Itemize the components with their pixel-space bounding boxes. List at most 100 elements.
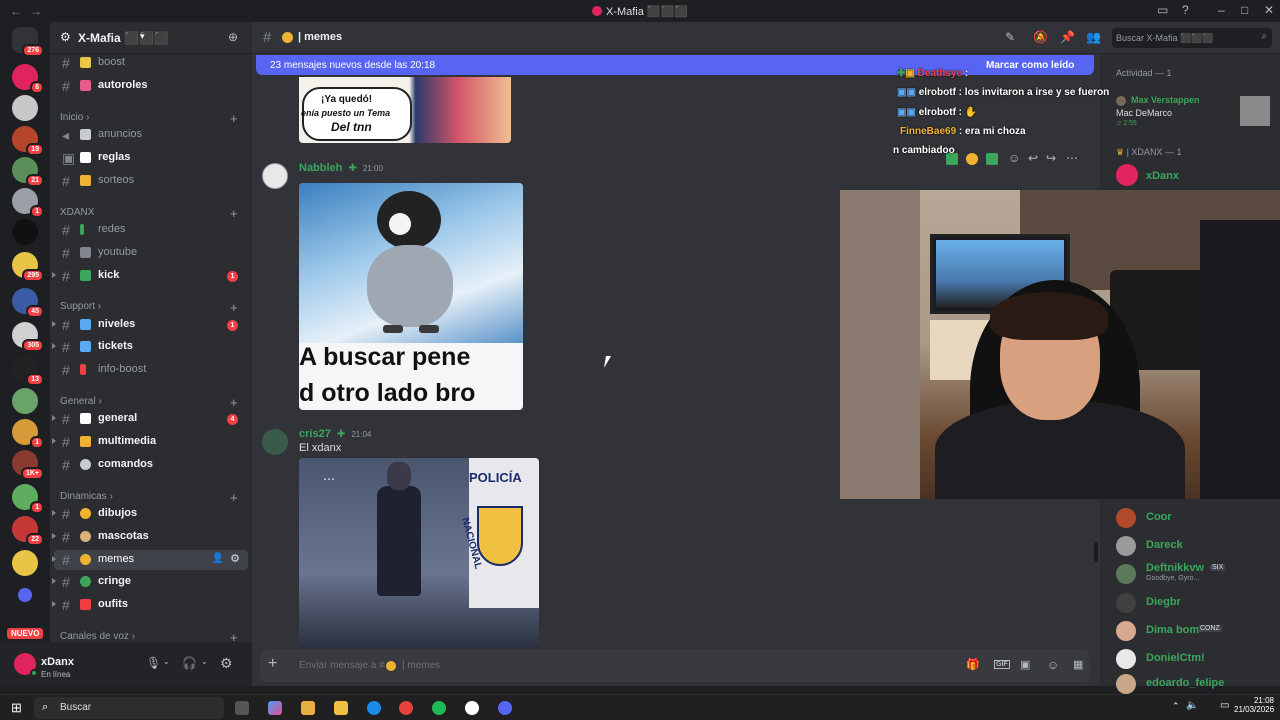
channel-general[interactable]: # general 4 (52, 409, 248, 429)
help-icon[interactable]: ? (1182, 3, 1189, 17)
server-icon[interactable]: 305 (12, 322, 44, 352)
category-voz[interactable]: Canales de voz › + (60, 630, 238, 645)
meme-image[interactable]: A buscar pene d otro lado bro (299, 183, 523, 410)
spotify-icon[interactable] (432, 701, 446, 715)
channel-info-boost[interactable]: # info-boost (54, 360, 248, 380)
windows-start-icon[interactable]: ⊞ (11, 700, 22, 716)
server-icon[interactable]: 1 (12, 188, 44, 218)
copilot-icon[interactable] (268, 701, 282, 715)
channel-kick[interactable]: # kick 1 (52, 266, 248, 286)
chevron-down-icon[interactable]: ⌄ (163, 657, 170, 666)
message-author[interactable]: cris27 (299, 428, 331, 440)
channel-redes[interactable]: # redes (54, 220, 248, 240)
server-icon[interactable]: 6 (12, 64, 44, 94)
chevron-down-icon[interactable]: ⌄ (201, 657, 208, 666)
network-icon[interactable]: ▭ (1220, 700, 1229, 711)
mute-icon[interactable]: 🔕 (1033, 30, 1048, 44)
obs-icon[interactable] (465, 701, 479, 715)
message-author[interactable]: Nabbleh (299, 162, 342, 174)
member-item[interactable]: Coor (1116, 506, 1276, 530)
channel-mascotas[interactable]: # mascotas (52, 527, 248, 547)
channel-anuncios[interactable]: ◂ anuncios (54, 125, 248, 145)
channel-oufits[interactable]: # oufits (52, 595, 248, 615)
category-support[interactable]: Support › + (60, 300, 238, 315)
server-icon[interactable]: 1K+ (12, 450, 44, 480)
emoji-icon[interactable]: ☺ (1047, 658, 1059, 672)
invite-icon[interactable]: 👤 (212, 553, 224, 564)
add-channel-icon[interactable]: + (230, 490, 238, 505)
edge-icon[interactable] (367, 701, 381, 715)
category-dinamicas[interactable]: Dinamicas › + (60, 490, 238, 505)
server-icon[interactable] (12, 550, 38, 576)
server-icon[interactable]: 13 (12, 356, 44, 386)
channel-niveles[interactable]: # niveles 1 (52, 315, 248, 335)
add-channel-icon[interactable]: + (230, 206, 238, 221)
folder-icon[interactable] (18, 588, 32, 602)
member-item[interactable]: Deftnikkvw SIX Goodbye, Gyro... (1116, 562, 1276, 586)
server-icon[interactable]: 22 (12, 516, 44, 546)
channel-boost[interactable]: # boost (54, 53, 248, 73)
server-header[interactable]: ⚙ X-Mafia ⬛⬛⬛ ▾ ⊕ (50, 22, 252, 54)
member-item[interactable]: Diegbr (1116, 591, 1276, 615)
pin-icon[interactable]: 📌 (1060, 30, 1075, 44)
add-channel-icon[interactable]: + (230, 395, 238, 410)
server-icon[interactable] (12, 388, 38, 414)
server-icon[interactable]: 21 (12, 157, 44, 187)
server-icon[interactable]: 19 (12, 126, 44, 156)
avatar[interactable] (262, 163, 288, 189)
member-item[interactable]: edoardo_felipe (1116, 672, 1276, 696)
message-composer[interactable]: + Enviar mensaje a # | memes 🎁 GIF ▣ ☺ ▦ (260, 650, 1090, 682)
channel-autoroles[interactable]: # autoroles (54, 76, 248, 96)
channel-sorteos[interactable]: # sorteos (54, 171, 248, 191)
channel-youtube[interactable]: # youtube (54, 243, 248, 263)
add-attachment-icon[interactable]: + (268, 655, 277, 673)
channel-comandos[interactable]: # comandos (54, 455, 248, 475)
server-icon[interactable]: 295 (12, 252, 44, 282)
close-icon[interactable]: ✕ (1264, 3, 1274, 17)
channel-tickets[interactable]: # tickets (52, 337, 248, 357)
video-attachment[interactable]: POLICÍA NACIONAL ⋯ (299, 458, 539, 648)
headphones-icon[interactable]: 🎧 (182, 656, 197, 670)
channel-multimedia[interactable]: # multimedia (52, 432, 248, 452)
server-icon[interactable]: 1 (12, 419, 44, 449)
channel-cringe[interactable]: # cringe (52, 572, 248, 592)
member-item[interactable]: Dima bom CONZ (1116, 619, 1276, 643)
meme-image[interactable]: ¡Ya quedó! enía puesto un Tema Del tnn (299, 77, 511, 143)
gif-icon[interactable]: GIF (994, 660, 1010, 669)
server-icon[interactable]: 1 (12, 484, 44, 514)
minimize-icon[interactable]: – (1218, 3, 1225, 17)
discord-icon[interactable] (498, 701, 512, 715)
more-options-icon[interactable]: ⋯ (323, 472, 335, 486)
discord-home-icon[interactable]: 276 (12, 27, 44, 57)
threads-icon[interactable]: ✎ (1005, 30, 1015, 44)
maximize-icon[interactable]: □ (1241, 3, 1248, 17)
file-explorer-icon[interactable] (334, 701, 348, 715)
channel-memes[interactable]: # memes 👤 ⚙ (52, 550, 248, 570)
search-input[interactable]: Buscar X-Mafia ⬛⬛⬛ ⌕ (1112, 28, 1272, 48)
add-channel-icon[interactable]: + (230, 300, 238, 315)
member-item[interactable]: DonielCtm! (1116, 647, 1276, 671)
avatar[interactable] (262, 429, 288, 455)
channel-dibujos[interactable]: # dibujos (52, 504, 248, 524)
server-icon[interactable] (12, 219, 38, 245)
member-item[interactable]: Dareck (1116, 534, 1276, 558)
category-xdanx[interactable]: XDANX + (60, 206, 238, 221)
microphone-icon[interactable]: 🎙 (146, 656, 161, 670)
gift-icon[interactable]: 🎁 (966, 658, 980, 671)
store-icon[interactable] (301, 701, 315, 715)
user-settings-icon[interactable]: ⚙ (220, 655, 233, 672)
avatar[interactable] (1116, 164, 1138, 186)
volume-icon[interactable]: 🔈 (1186, 700, 1198, 711)
gear-icon[interactable]: ⚙ (230, 552, 240, 565)
members-icon[interactable]: 👥 (1086, 30, 1101, 44)
server-icon[interactable] (12, 95, 38, 121)
taskbar-search[interactable]: ⌕ Buscar (34, 697, 224, 719)
category-general[interactable]: General › + (60, 395, 238, 410)
task-view-icon[interactable] (235, 701, 249, 715)
server-icon[interactable]: 45 (12, 288, 44, 318)
scrollbar[interactable] (1094, 542, 1098, 562)
category-inicio[interactable]: Inicio › + (60, 111, 238, 126)
invite-icon[interactable]: ⊕ (228, 30, 238, 44)
apps-icon[interactable]: ▦ (1073, 658, 1083, 671)
inbox-icon[interactable]: ▭ (1157, 3, 1168, 17)
